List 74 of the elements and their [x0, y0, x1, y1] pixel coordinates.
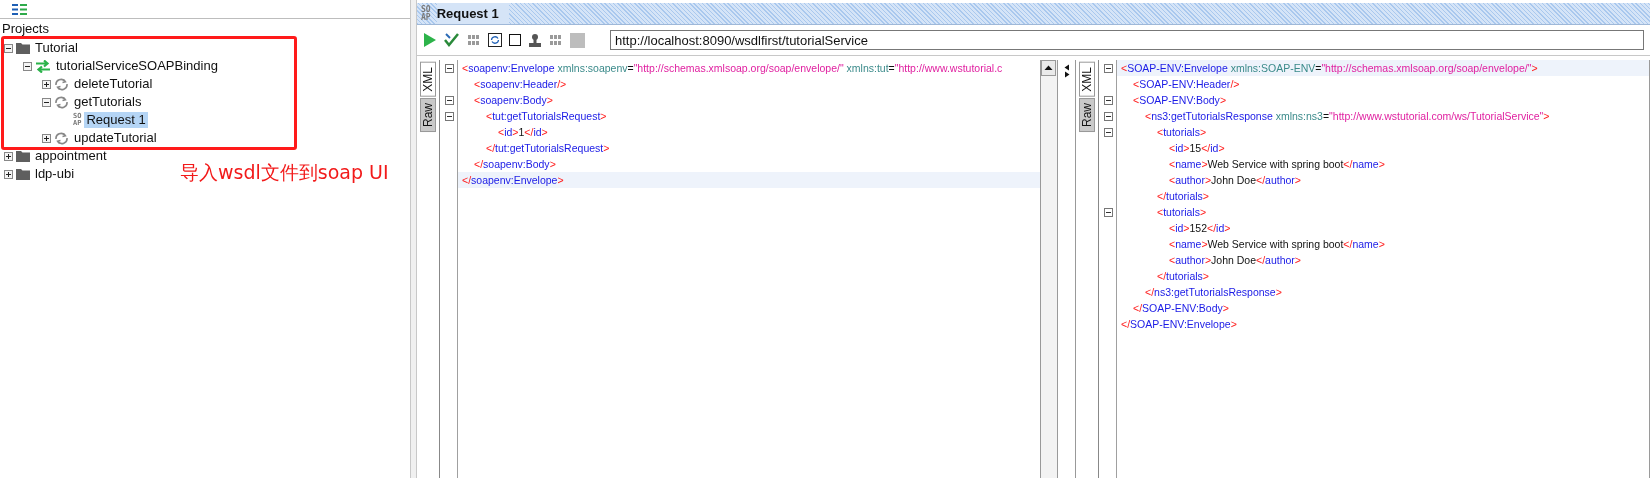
code-line: </soapenv:Body> — [474, 157, 556, 171]
tree-item[interactable]: getTutorials — [72, 94, 144, 110]
editor-tab[interactable]: XML — [420, 62, 436, 97]
refresh-icon[interactable] — [488, 33, 502, 47]
tree-item[interactable]: Tutorial — [33, 40, 80, 56]
tree-item[interactable]: updateTutorial — [72, 130, 159, 146]
fold-icon[interactable] — [444, 95, 454, 105]
annotation-text: 导入wsdl文件到soap UI — [180, 160, 389, 185]
code-line: <id>152</id> — [1169, 221, 1231, 235]
code-line: </SOAP-ENV:Body> — [1133, 301, 1229, 315]
code-line: </tutorials> — [1157, 269, 1209, 283]
collapse-icon[interactable] — [23, 61, 32, 71]
code-line: <SOAP-ENV:Body> — [1133, 93, 1226, 107]
fold-icon[interactable] — [1103, 63, 1113, 73]
tree-item[interactable]: Request 1 — [84, 112, 148, 128]
code-line: <tutorials> — [1157, 125, 1207, 139]
fold-icon[interactable] — [1103, 95, 1113, 105]
code-line: </soapenv:Envelope> — [462, 173, 564, 187]
soap-icon: SOAP — [421, 5, 431, 22]
request-title: Request 1 — [436, 3, 509, 24]
split-arrows-icon[interactable] — [1062, 64, 1071, 78]
editor-tab[interactable]: Raw — [1079, 97, 1095, 132]
code-line: <name>Web Service with spring boot</name> — [1169, 157, 1385, 171]
refresh-icon — [54, 131, 69, 145]
endpoint-field[interactable]: http://localhost:8090/wsdlfirst/tutorialService — [610, 30, 1644, 50]
code-line: <SOAP-ENV:Header/> — [1133, 77, 1240, 91]
expand-icon[interactable] — [4, 169, 13, 179]
code-line: </ns3:getTutorialsResponse> — [1145, 285, 1282, 299]
expand-icon[interactable] — [4, 151, 13, 161]
editor-tab[interactable]: XML — [1079, 62, 1095, 97]
code-line: <id>1</id> — [498, 125, 548, 139]
folder-icon — [16, 42, 30, 54]
grid-icon[interactable] — [467, 33, 481, 47]
fold-icon[interactable] — [444, 63, 454, 73]
tree-item[interactable]: ldp-ubi — [33, 166, 77, 182]
expand-icon[interactable] — [42, 133, 51, 143]
code-line: </tutorials> — [1157, 189, 1209, 203]
code-line: <tutorials> — [1157, 205, 1207, 219]
refresh-icon — [54, 77, 69, 91]
code-line: <soapenv:Body> — [474, 93, 553, 107]
code-line: </SOAP-ENV:Envelope> — [1121, 317, 1237, 331]
editor-tab[interactable]: Raw — [420, 97, 436, 132]
play-icon[interactable] — [423, 32, 437, 48]
folder-icon — [16, 168, 30, 180]
list-icon[interactable] — [12, 3, 27, 15]
code-line: </tut:getTutorialsRequest> — [486, 141, 610, 155]
check-icon[interactable] — [444, 33, 460, 47]
swap-arrows-icon — [35, 59, 51, 73]
code-line: <tut:getTutorialsRequest> — [486, 109, 607, 123]
fold-icon[interactable] — [444, 111, 454, 121]
code-line: <author>John Doe</author> — [1169, 173, 1301, 187]
tree-item[interactable]: appointment — [33, 148, 109, 164]
expand-icon[interactable] — [42, 79, 51, 89]
square-icon[interactable] — [509, 34, 521, 46]
stamp-icon[interactable] — [528, 32, 542, 48]
code-line: <name>Web Service with spring boot</name> — [1169, 237, 1385, 251]
fold-icon[interactable] — [1103, 111, 1113, 121]
code-line: <SOAP-ENV:Envelope xmlns:SOAP-ENV="http://schemas.xmlsoap.org/soap/envelope/"> — [1121, 61, 1538, 75]
code-line: <id>15</id> — [1169, 141, 1225, 155]
folder-icon — [16, 150, 30, 162]
code-line: <ns3:getTutorialsResponse xmlns:ns3="http://www.wstutorial.com/ws/TutorialService"> — [1145, 109, 1550, 123]
collapse-icon[interactable] — [4, 43, 13, 53]
fold-icon[interactable] — [1103, 127, 1113, 137]
code-line: <author>John Doe</author> — [1169, 253, 1301, 267]
refresh-icon — [54, 95, 69, 109]
code-line: <soapenv:Header/> — [474, 77, 567, 91]
fold-icon[interactable] — [1103, 207, 1113, 217]
collapse-icon[interactable] — [42, 97, 51, 107]
scroll-up-button[interactable] — [1041, 60, 1056, 76]
code-line: <soapenv:Envelope xmlns:soapenv="http://schemas.xmlsoap.org/soap/envelope/" xmlns:tut="http://www.wstutorial.c — [462, 61, 1003, 75]
tree-item[interactable]: tutorialServiceSOAPBinding — [54, 58, 220, 74]
grid-icon[interactable] — [549, 33, 563, 47]
tree-item[interactable]: deleteTutorial — [72, 76, 155, 92]
panel-title: Projects — [1, 20, 50, 36]
